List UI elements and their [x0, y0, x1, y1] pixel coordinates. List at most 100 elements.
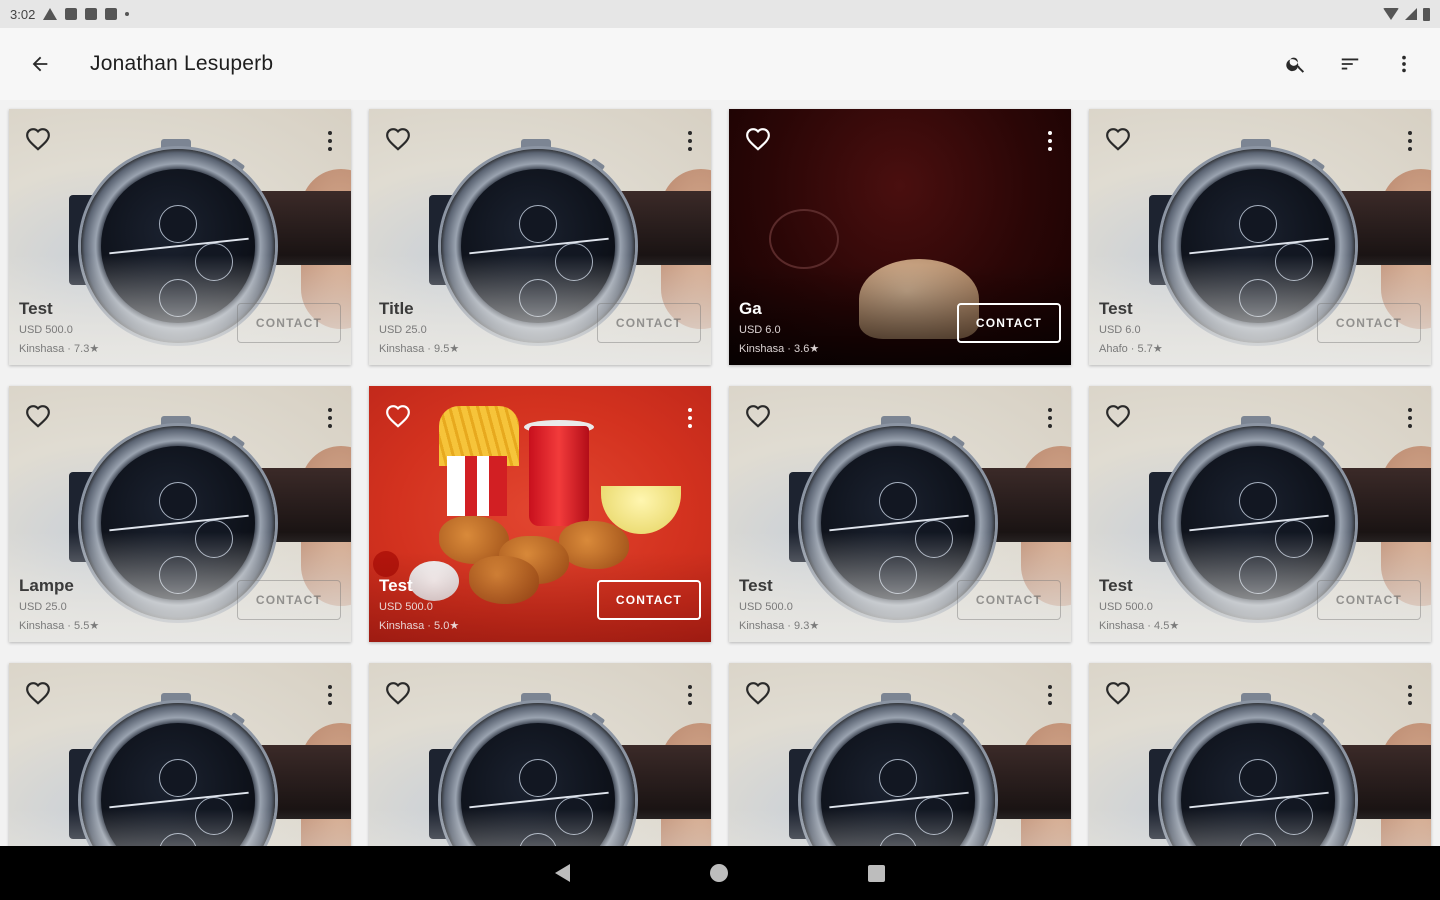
more-notifications-dot-icon [125, 12, 130, 16]
product-name: Test [19, 299, 53, 318]
nav-back-icon[interactable] [555, 864, 570, 882]
favorite-heart-icon[interactable] [1105, 681, 1131, 707]
status-time: 3:02 [10, 6, 36, 22]
product-card[interactable]: Test USD 500.0 Kinshasa · 9.3★ CONTACT [729, 386, 1071, 642]
warning-icon [43, 8, 58, 20]
product-info: Title USD 25.0 Kinshasa · 9.5★ [379, 299, 459, 355]
product-name: Test [1099, 299, 1133, 318]
sort-button[interactable] [1330, 44, 1370, 84]
product-location-rating: Kinshasa · 7.3★ [19, 343, 100, 355]
product-info: Test USD 500.0 Kinshasa · 5.0★ [379, 576, 459, 632]
product-info: Lampe USD 25.0 Kinshasa · 5.5★ [19, 576, 99, 632]
product-info: Test USD 500.0 Kinshasa · 7.3★ [19, 299, 99, 355]
sd-card-icon [105, 8, 118, 20]
product-card[interactable]: CONTACT [9, 663, 351, 846]
card-more-options-icon[interactable] [323, 129, 337, 153]
product-card[interactable]: CONTACT [369, 663, 711, 846]
contact-button[interactable]: CONTACT [237, 580, 341, 620]
favorite-heart-icon[interactable] [1105, 127, 1131, 153]
contact-button[interactable]: CONTACT [957, 580, 1061, 620]
product-card[interactable]: Test USD 500.0 Kinshasa · 7.3★ CONTACT [9, 109, 351, 365]
page-title: Jonathan Lesuperb [90, 52, 274, 75]
product-info: Test USD 500.0 Kinshasa · 4.5★ [1099, 576, 1179, 632]
product-price: USD 6.0 [739, 324, 781, 336]
card-more-options-icon[interactable] [1403, 406, 1417, 430]
card-more-options-icon[interactable] [683, 129, 697, 153]
search-icon [1286, 57, 1305, 73]
product-location-rating: Kinshasa · 9.5★ [379, 343, 460, 355]
favorite-heart-icon[interactable] [385, 404, 411, 430]
product-price: USD 500.0 [739, 601, 793, 613]
card-more-options-icon[interactable] [683, 406, 697, 430]
card-more-options-icon[interactable] [323, 406, 337, 430]
product-info: Test USD 6.0 Ahafo · 5.7★ [1099, 299, 1163, 355]
product-card[interactable]: CONTACT [729, 663, 1071, 846]
product-info: Test USD 500.0 Kinshasa · 9.3★ [739, 576, 819, 632]
product-location-rating: Kinshasa · 5.5★ [19, 620, 100, 632]
sort-icon [1341, 58, 1359, 70]
system-nav-bar [0, 846, 1440, 900]
product-location-rating: Kinshasa · 9.3★ [739, 620, 820, 632]
product-price: USD 500.0 [19, 324, 73, 336]
card-more-options-icon[interactable] [1043, 129, 1057, 153]
favorite-heart-icon[interactable] [25, 127, 51, 153]
product-image [1089, 663, 1431, 846]
product-name: Test [739, 576, 773, 595]
product-card[interactable]: Lampe USD 25.0 Kinshasa · 5.5★ CONTACT [9, 386, 351, 642]
contact-button[interactable]: CONTACT [597, 580, 701, 620]
favorite-heart-icon[interactable] [745, 681, 771, 707]
nav-recents-icon[interactable] [868, 864, 885, 882]
nav-home-icon[interactable] [710, 864, 728, 882]
product-price: USD 500.0 [379, 601, 433, 613]
arrow-back-icon [32, 56, 48, 72]
image-notification-icon [85, 8, 98, 20]
favorite-heart-icon[interactable] [385, 681, 411, 707]
search-button[interactable] [1276, 44, 1316, 84]
favorite-heart-icon[interactable] [1105, 404, 1131, 430]
product-image [369, 663, 711, 846]
product-location-rating: Kinshasa · 3.6★ [739, 343, 820, 355]
product-location-rating: Ahafo · 5.7★ [1099, 343, 1163, 355]
product-image [9, 663, 351, 846]
contact-button[interactable]: CONTACT [1317, 303, 1421, 343]
app-bar: Jonathan Lesuperb [0, 28, 1440, 100]
product-card[interactable]: Test USD 500.0 Kinshasa · 5.0★ CONTACT [369, 386, 711, 642]
card-more-options-icon[interactable] [1043, 683, 1057, 707]
cell-signal-icon [1405, 8, 1417, 20]
status-bar: 3:02 [0, 0, 1440, 28]
notification-icon [65, 8, 78, 20]
card-more-options-icon[interactable] [1403, 683, 1417, 707]
contact-button[interactable]: CONTACT [1317, 580, 1421, 620]
card-more-options-icon[interactable] [323, 683, 337, 707]
more-vert-icon [1402, 55, 1406, 73]
product-card[interactable]: Title USD 25.0 Kinshasa · 9.5★ CONTACT [369, 109, 711, 365]
product-grid: Test USD 500.0 Kinshasa · 7.3★ CONTACT Title… [0, 100, 1440, 846]
product-location-rating: Kinshasa · 4.5★ [1099, 620, 1180, 632]
card-more-options-icon[interactable] [1403, 129, 1417, 153]
favorite-heart-icon[interactable] [385, 127, 411, 153]
more-options-button[interactable] [1384, 44, 1424, 84]
product-name: Lampe [19, 576, 74, 595]
product-name: Test [379, 576, 413, 595]
product-card[interactable]: Test USD 500.0 Kinshasa · 4.5★ CONTACT [1089, 386, 1431, 642]
product-price: USD 25.0 [379, 324, 427, 336]
product-name: Ga [739, 299, 762, 318]
product-price: USD 6.0 [1099, 324, 1141, 336]
favorite-heart-icon[interactable] [745, 404, 771, 430]
contact-button[interactable]: CONTACT [237, 303, 341, 343]
favorite-heart-icon[interactable] [25, 404, 51, 430]
product-card[interactable]: CONTACT [1089, 663, 1431, 846]
contact-button[interactable]: CONTACT [597, 303, 701, 343]
product-card[interactable]: Ga USD 6.0 Kinshasa · 3.6★ CONTACT [729, 109, 1071, 365]
contact-button[interactable]: CONTACT [957, 303, 1061, 343]
card-more-options-icon[interactable] [1043, 406, 1057, 430]
product-price: USD 500.0 [1099, 601, 1153, 613]
favorite-heart-icon[interactable] [745, 127, 771, 153]
product-price: USD 25.0 [19, 601, 67, 613]
product-card[interactable]: Test USD 6.0 Ahafo · 5.7★ CONTACT [1089, 109, 1431, 365]
back-button[interactable] [20, 44, 60, 84]
favorite-heart-icon[interactable] [25, 681, 51, 707]
card-more-options-icon[interactable] [683, 683, 697, 707]
product-info: Ga USD 6.0 Kinshasa · 3.6★ [739, 299, 819, 355]
product-name: Title [379, 299, 414, 318]
